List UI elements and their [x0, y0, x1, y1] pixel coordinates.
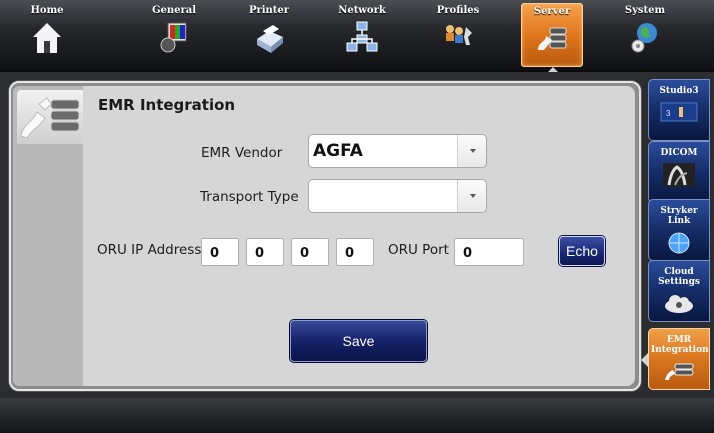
oru-ip-octet-2[interactable]: 0	[246, 238, 284, 266]
emr-database-icon	[20, 97, 80, 139]
emr-vendor-label: EMR Vendor	[201, 145, 283, 161]
studio3-icon: 3	[660, 102, 698, 122]
oru-ip-octet-4[interactable]: 0	[336, 238, 374, 266]
sidetab-cloud-settings[interactable]: Cloud Settings	[648, 260, 710, 322]
tab-home-label: Home	[30, 5, 64, 16]
tab-network[interactable]: Network	[331, 3, 393, 67]
bottom-bar	[0, 398, 714, 433]
chevron-down-icon[interactable]	[457, 135, 486, 167]
sidetab-emr-integration-label: EMR Integration	[651, 335, 709, 355]
tab-server-label: Server	[533, 6, 571, 17]
sidetab-emr-integration[interactable]: EMR Integration	[641, 328, 710, 390]
tab-system-label: System	[624, 5, 666, 16]
save-button[interactable]: Save	[290, 320, 427, 362]
tab-system[interactable]: System	[614, 3, 676, 67]
page-title: EMR Integration	[98, 96, 236, 114]
svg-text:3: 3	[666, 109, 671, 118]
panel-sidebar	[13, 86, 83, 386]
system-icon	[631, 23, 657, 53]
cloud-settings-icon	[665, 295, 693, 313]
emr-integration-icon	[665, 363, 694, 380]
oru-port-label: ORU Port	[388, 242, 449, 258]
sidetab-stryker-link-label: Stryker Link	[660, 206, 698, 226]
tab-general-label: General	[151, 5, 197, 16]
oru-ip-octet-3[interactable]: 0	[291, 238, 329, 266]
transport-type-select[interactable]	[308, 179, 487, 213]
sidetab-dicom-label: DICOM	[660, 148, 698, 158]
tab-network-label: Network	[338, 5, 386, 16]
sidetab-dicom[interactable]: DICOM	[648, 141, 710, 203]
network-icon	[346, 21, 378, 52]
top-navigation: Home General Printer Network Profiles Se…	[0, 0, 714, 74]
oru-port-input[interactable]: 0	[454, 238, 524, 266]
emr-vendor-select[interactable]: AGFA	[308, 134, 487, 168]
echo-button[interactable]: Echo	[559, 236, 605, 266]
oru-port-value: 0	[463, 246, 473, 261]
tab-server[interactable]: Server	[521, 3, 583, 74]
sidetab-cloud-settings-label: Cloud Settings	[658, 267, 700, 287]
tab-profiles[interactable]: Profiles	[427, 3, 489, 67]
tab-profiles-label: Profiles	[436, 5, 480, 16]
tab-home[interactable]: Home	[16, 3, 78, 67]
chevron-down-icon[interactable]	[457, 180, 486, 212]
oru-ip-octet-1-value: 0	[210, 246, 220, 261]
oru-ip-octet-4-value: 0	[345, 246, 355, 261]
oru-ip-octet-2-value: 0	[255, 246, 265, 261]
general-icon	[160, 22, 187, 53]
panel-header-icon-box	[17, 90, 83, 144]
dicom-icon	[663, 163, 695, 187]
emr-vendor-value: AGFA	[313, 141, 363, 161]
oru-ip-octet-1[interactable]: 0	[201, 238, 239, 266]
stryker-link-icon	[668, 232, 690, 254]
tab-general[interactable]: General	[143, 3, 205, 67]
tab-printer-label: Printer	[248, 5, 290, 16]
profiles-icon	[446, 25, 472, 45]
sidetab-stryker-link[interactable]: Stryker Link	[648, 199, 710, 261]
tab-printer[interactable]: Printer	[238, 3, 300, 67]
oru-ip-address-label: ORU IP Address	[97, 242, 202, 258]
oru-ip-octet-3-value: 0	[300, 246, 310, 261]
sidetab-studio3-label: Studio3	[659, 86, 699, 96]
sidetab-studio3[interactable]: Studio3 3	[648, 79, 710, 141]
home-icon	[33, 23, 61, 53]
transport-type-label: Transport Type	[200, 189, 299, 205]
server-icon	[538, 27, 567, 50]
printer-icon	[257, 25, 283, 53]
